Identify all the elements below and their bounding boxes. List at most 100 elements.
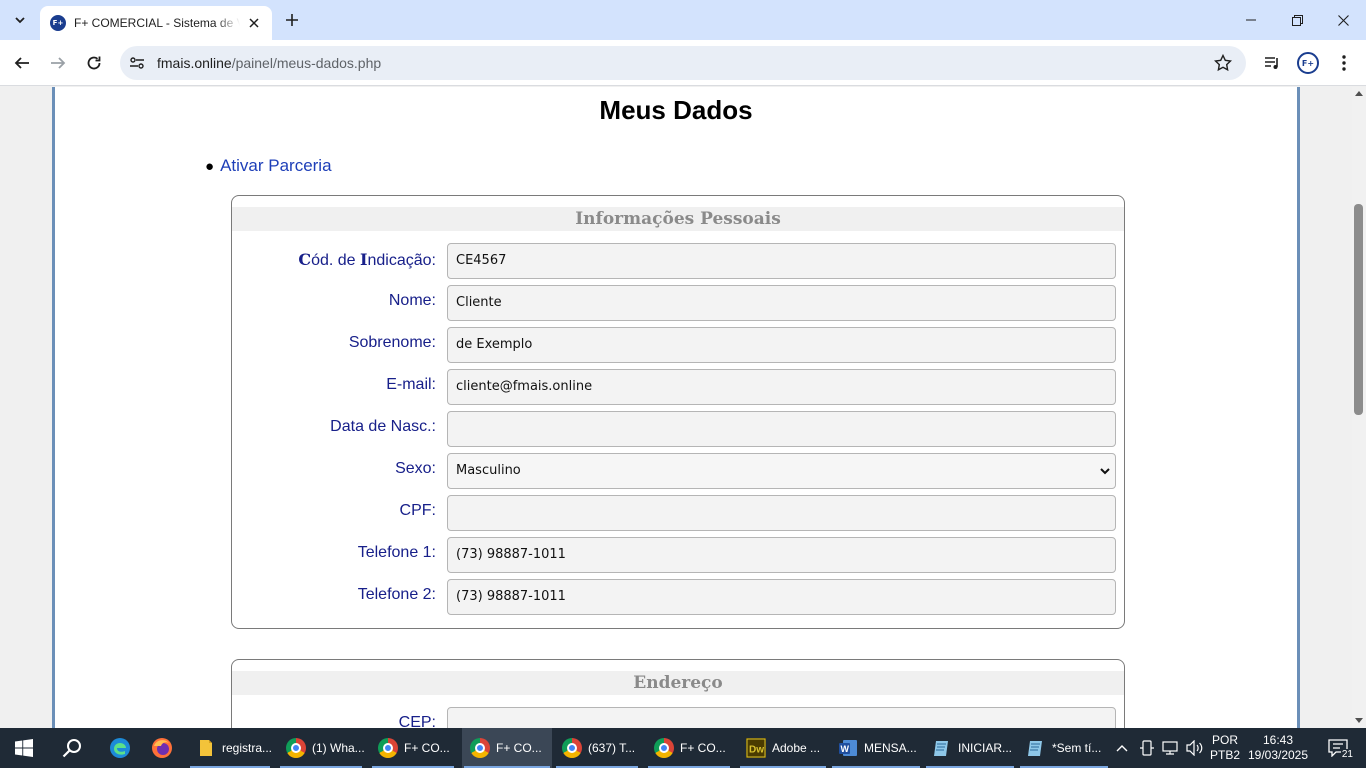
browser-menu-button[interactable]: [1332, 51, 1356, 75]
email-input[interactable]: cliente@fmais.online: [447, 369, 1116, 405]
tray-volume-button[interactable]: [1184, 728, 1206, 768]
cep-input[interactable]: [447, 707, 1116, 728]
page-scrollbar[interactable]: [1352, 87, 1366, 728]
media-control-button[interactable]: [1260, 51, 1284, 75]
taskbar-app-10-label: *Sem tí...: [1052, 741, 1102, 755]
telefone1-input[interactable]: (73) 98887-1011: [447, 537, 1116, 573]
profile-button[interactable]: F+: [1296, 51, 1320, 75]
taskbar-app-5[interactable]: (637) T...: [554, 728, 640, 768]
sexo-label: Sexo:: [395, 460, 436, 477]
taskbar-app-6[interactable]: F+ CO...: [646, 728, 732, 768]
profile-avatar: F+: [1297, 52, 1319, 74]
svg-text:Dw: Dw: [749, 745, 764, 756]
form-row-nome: Nome: Cliente: [232, 285, 1124, 321]
start-button[interactable]: [4, 728, 44, 768]
taskbar-firefox[interactable]: [142, 728, 182, 768]
personal-info-fieldset: Informações Pessoais Cód. de Indicação: …: [231, 195, 1125, 629]
address-bar[interactable]: fmais.online/painel/meus-dados.php: [120, 46, 1246, 80]
activate-partnership-link[interactable]: Ativar Parceria: [220, 156, 331, 175]
browser-tab-bar: F+ F+ COMERCIAL - Sistema de Vendas: [0, 0, 1366, 40]
scrollbar-thumb[interactable]: [1354, 204, 1363, 415]
windows-logo-icon: [15, 739, 33, 757]
tray-language-button[interactable]: POR PTB2: [1208, 728, 1242, 768]
tab-close-button[interactable]: [246, 15, 262, 31]
sobrenome-input[interactable]: de Exemplo: [447, 327, 1116, 363]
search-button[interactable]: [52, 728, 92, 768]
url-path: /painel/meus-dados.php: [231, 55, 382, 71]
page-viewport: Meus Dados ● Ativar Parceria Informações …: [0, 87, 1352, 728]
clock-date: 19/03/2025: [1247, 748, 1309, 762]
taskbar-app-8[interactable]: W MENSA...: [830, 728, 922, 768]
notification-icon: 21: [1328, 739, 1354, 760]
close-icon: [249, 18, 259, 28]
scroll-up-arrow-icon[interactable]: [1355, 91, 1363, 96]
tab-title: F+ COMERCIAL - Sistema de Vendas: [74, 16, 240, 30]
chrome-icon: [470, 738, 490, 758]
folder-icon: [200, 740, 212, 756]
tray-clock[interactable]: 16:43 19/03/2025: [1244, 728, 1312, 768]
taskbar-app-2[interactable]: (1) Wha...: [278, 728, 365, 768]
chevron-down-icon: [15, 17, 25, 24]
taskbar-app-1-label: registra...: [222, 741, 273, 755]
device-icon: [1140, 740, 1154, 756]
notifications-button[interactable]: 21: [1318, 728, 1358, 768]
tab-active[interactable]: F+ F+ COMERCIAL - Sistema de Vendas: [40, 6, 272, 40]
taskbar-app-2-label: (1) Wha...: [312, 741, 365, 755]
cpf-label: CPF:: [399, 502, 436, 519]
telefone1-label: Telefone 1:: [357, 544, 436, 561]
word-icon: W: [839, 740, 857, 756]
sexo-selected-value: Masculino: [456, 463, 521, 478]
reload-button[interactable]: [80, 49, 108, 77]
form-row-cep: CEP:: [232, 707, 1124, 728]
chevron-down-icon: [1100, 468, 1110, 475]
tray-overflow-button[interactable]: [1114, 728, 1130, 768]
close-window-button[interactable]: [1320, 0, 1366, 40]
form-row-sobrenome: Sobrenome: de Exemplo: [232, 327, 1124, 363]
taskbar-app-8-label: MENSA...: [864, 741, 917, 755]
site-favicon-icon: F+: [50, 15, 66, 31]
svg-text:W: W: [841, 744, 850, 754]
taskbar-app-9[interactable]: INICIAR...: [924, 728, 1016, 768]
telefone2-input[interactable]: (73) 98887-1011: [447, 579, 1116, 615]
taskbar-app-4-label: F+ CO...: [496, 741, 542, 755]
restore-button[interactable]: [1274, 0, 1320, 40]
cep-label: CEP:: [398, 714, 436, 728]
arrow-right-icon: [51, 57, 66, 69]
bookmark-star-icon[interactable]: [1214, 54, 1232, 72]
site-settings-icon[interactable]: [128, 54, 146, 72]
chevron-up-icon: [1116, 745, 1128, 752]
form-row-nascimento: Data de Nasc.:: [232, 411, 1124, 447]
bullet-icon: ●: [205, 158, 215, 175]
taskbar-app-4[interactable]: F+ CO...: [462, 728, 552, 768]
email-label: E-mail:: [386, 376, 436, 393]
sexo-select[interactable]: Masculino: [447, 453, 1116, 489]
tray-device-button[interactable]: [1138, 728, 1156, 768]
clock-time: 16:43: [1262, 733, 1294, 747]
nome-input[interactable]: Cliente: [447, 285, 1116, 321]
taskbar-edge[interactable]: [100, 728, 140, 768]
tray-network-button[interactable]: [1160, 728, 1182, 768]
tray-language: POR PTB2: [1210, 733, 1240, 763]
cpf-input[interactable]: [447, 495, 1116, 531]
taskbar-app-1[interactable]: registra...: [188, 728, 272, 768]
chrome-icon: [286, 738, 306, 758]
url-text[interactable]: fmais.online/painel/meus-dados.php: [157, 55, 381, 71]
new-tab-button[interactable]: [280, 8, 304, 32]
codigo-input[interactable]: CE4567: [447, 243, 1116, 279]
taskbar-app-10[interactable]: *Sem tí...: [1018, 728, 1110, 768]
forward-button[interactable]: [44, 49, 72, 77]
back-button[interactable]: [8, 49, 36, 77]
nascimento-input[interactable]: [447, 411, 1116, 447]
activate-partnership-link-item: ● Ativar Parceria: [205, 156, 332, 176]
network-icon: [1162, 741, 1178, 755]
tab-search-button[interactable]: [8, 8, 32, 32]
plus-icon: [286, 14, 298, 26]
edge-icon: [110, 738, 130, 758]
minimize-button[interactable]: [1228, 0, 1274, 40]
chrome-icon: [562, 738, 582, 758]
browser-toolbar: fmais.online/painel/meus-dados.php F+: [0, 40, 1366, 86]
scroll-down-arrow-icon[interactable]: [1355, 718, 1363, 723]
taskbar-app-3[interactable]: F+ CO...: [370, 728, 456, 768]
more-vert-icon: [1342, 55, 1346, 71]
taskbar-app-7[interactable]: Dw Adobe ...: [738, 728, 828, 768]
